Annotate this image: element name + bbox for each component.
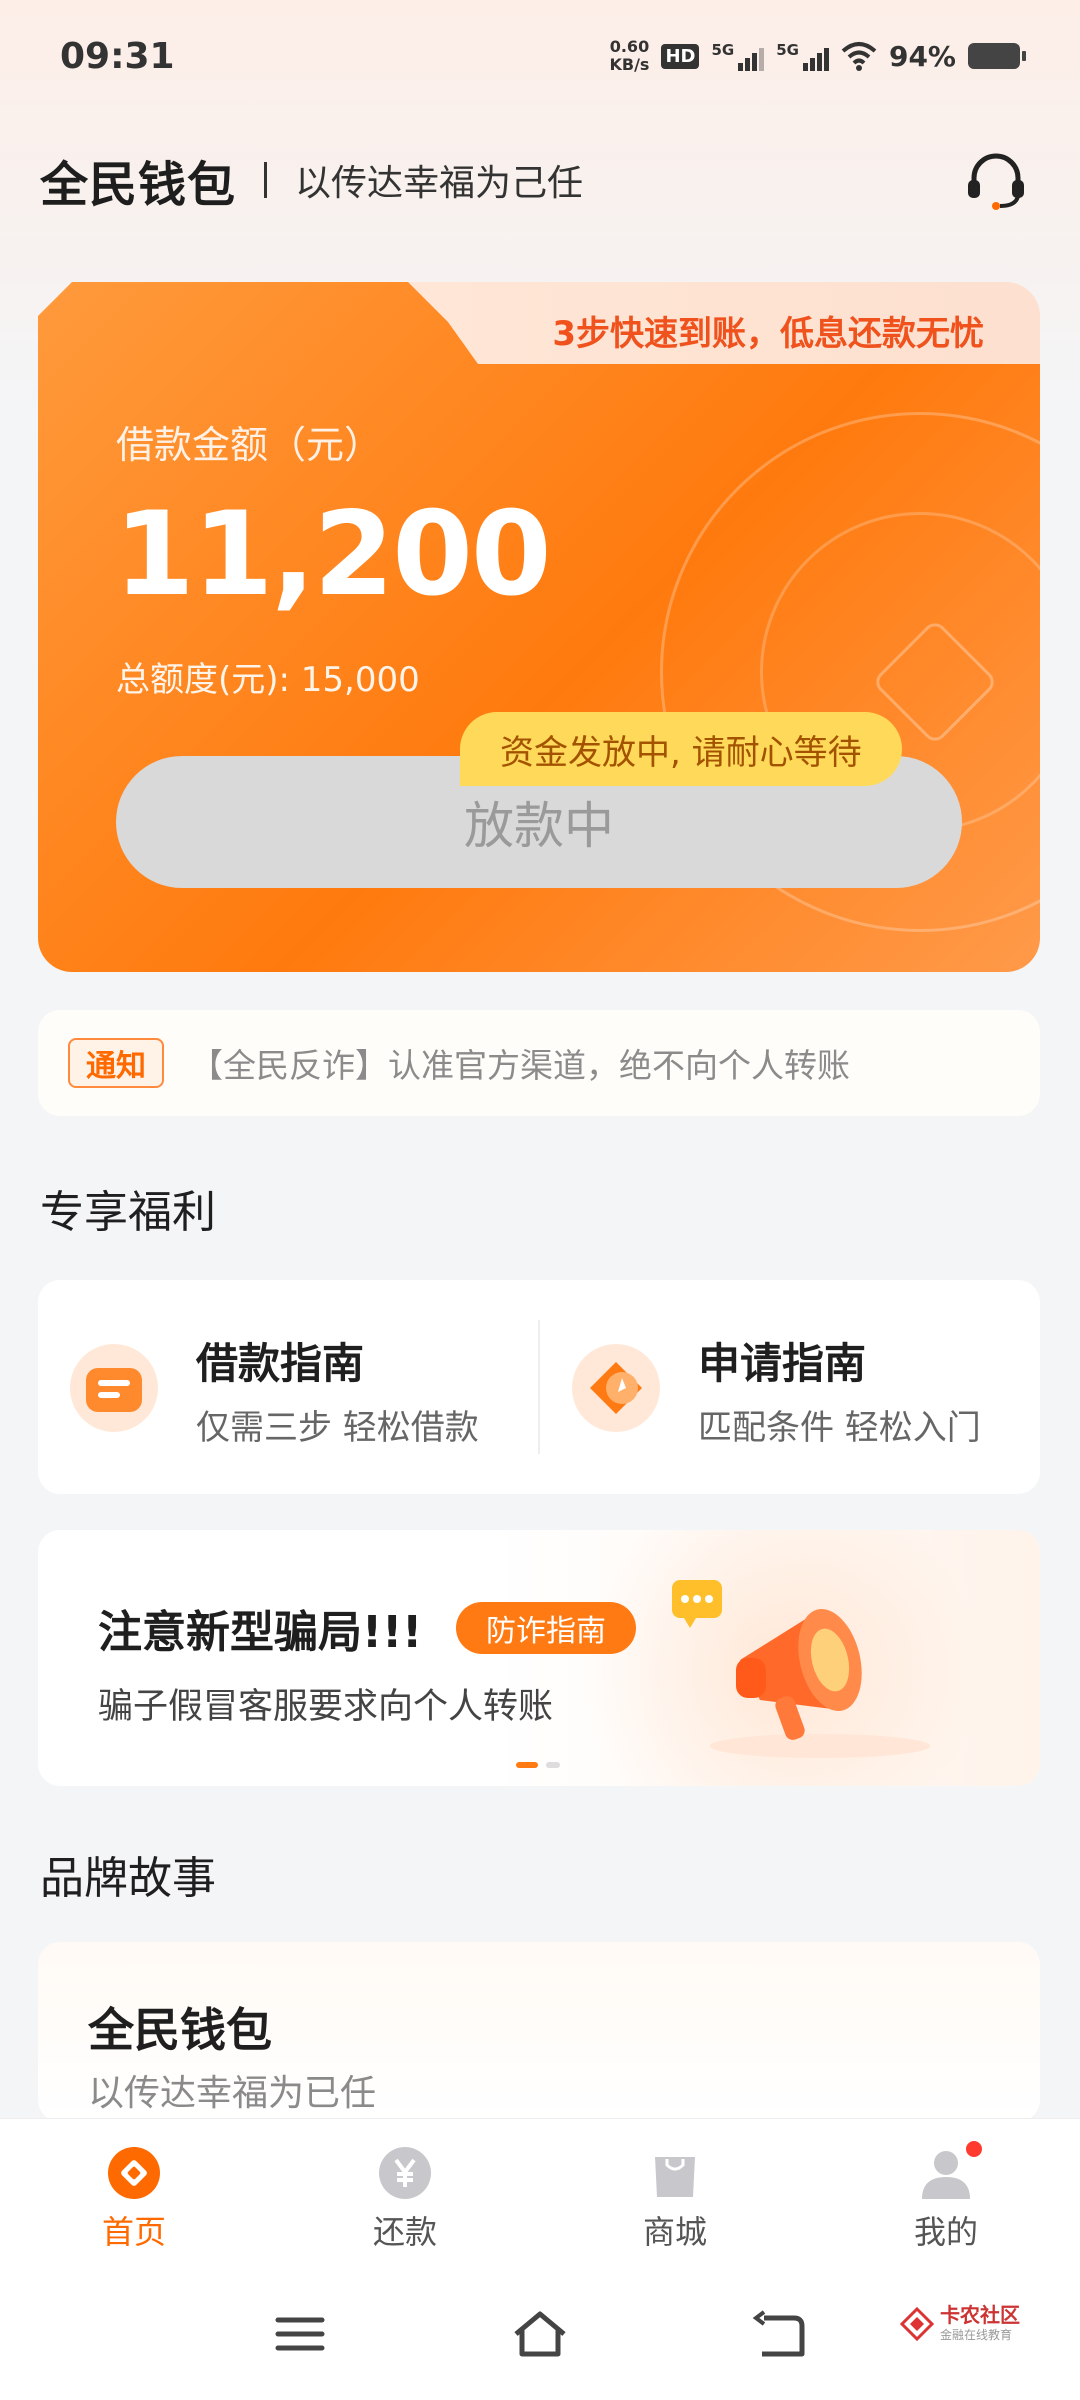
anti-fraud-guide-tag[interactable]: 防诈指南 — [456, 1602, 636, 1654]
loan-guide-item[interactable]: 借款指南 仅需三步 轻松借款 — [38, 1280, 538, 1494]
loan-card-body: 借款金额（元） 11,200 总额度(元): 15,000 放款中 资金发放中,… — [38, 282, 1040, 972]
section-title-benefits: 专享福利 — [40, 1187, 216, 1238]
battery-icon — [968, 43, 1026, 69]
home-icon — [108, 2147, 160, 2199]
loan-amount-label: 借款金额（元） — [116, 423, 383, 467]
carousel-dot — [546, 1762, 560, 1768]
watermark-title: 卡农社区 — [940, 2303, 1020, 2327]
profile-icon-wrap — [918, 2139, 984, 2201]
header-divider — [264, 162, 268, 198]
loan-amount: 11,200 — [114, 487, 552, 622]
brand-story-subtitle: 以传达幸福为已任 — [88, 2073, 377, 2114]
apply-guide-item[interactable]: 申请指南 匹配条件 轻松入门 — [540, 1280, 1040, 1494]
brand-story-title: 全民钱包 — [88, 2003, 272, 2057]
status-time: 09:31 — [60, 36, 175, 77]
notice-text: 【全民反诈】认准官方渠道，绝不向个人转账 — [190, 1046, 850, 1085]
hd-icon: HD — [661, 43, 700, 69]
banner-subtitle: 骗子假冒客服要求向个人转账 — [98, 1687, 554, 1727]
watermark-subtitle: 金融在线教育 — [940, 2328, 1013, 2342]
anti-fraud-banner[interactable]: 注意新型骗局!!! 防诈指南 骗子假冒客服要求向个人转账 — [38, 1530, 1040, 1786]
customer-service-icon[interactable] — [962, 148, 1030, 216]
apply-guide-icon — [572, 1344, 660, 1432]
apply-guide-subtitle: 匹配条件 轻松入门 — [698, 1408, 981, 1448]
brand-name: 全民钱包 — [40, 157, 237, 213]
tab-repay[interactable]: 还款 — [315, 2145, 495, 2255]
loan-guide-icon — [70, 1344, 158, 1432]
notice-tag: 通知 — [68, 1038, 164, 1088]
benefits-card: 借款指南 仅需三步 轻松借款 申请指南 匹配条件 轻松入门 — [38, 1280, 1040, 1494]
yuan-icon — [379, 2147, 431, 2199]
banner-title: 注意新型骗局!!! — [98, 1607, 423, 1658]
apply-guide-title: 申请指南 — [698, 1339, 867, 1388]
loan-card-tab-text: 3步快速到账，低息还款无忧 — [552, 314, 984, 354]
megaphone-icon — [672, 1580, 930, 1758]
header-slogan: 以传达幸福为己任 — [295, 163, 584, 204]
watermark: 卡农社区 金融在线教育 — [900, 2304, 1020, 2343]
status-bar: 09:31 0.60 KB/s HD 5G 5G 94% — [0, 0, 1080, 118]
carousel-dot-active — [516, 1762, 538, 1768]
notification-dot — [964, 2139, 984, 2159]
signal-label: 5G — [711, 41, 735, 59]
tab-home[interactable]: 首页 — [44, 2145, 224, 2255]
section-title-brand-story: 品牌故事 — [40, 1853, 216, 1904]
carousel-indicator — [516, 1762, 560, 1768]
status-icons: 0.60 KB/s HD 5G 5G 94% — [609, 38, 1026, 74]
signal-icon: 5G — [776, 41, 829, 71]
loan-guide-subtitle: 仅需三步 轻松借款 — [196, 1408, 479, 1448]
battery-percent: 94% — [888, 39, 956, 73]
brand-story-card[interactable]: 全民钱包 以传达幸福为已任 — [38, 1942, 1040, 2122]
loan-card: 3步快速到账，低息还款无忧 借款金额（元） 11,200 总额度(元): 15,… — [38, 282, 1040, 972]
network-speed-value: 0.60 — [609, 37, 650, 56]
tab-mall[interactable]: 商城 — [585, 2145, 765, 2255]
network-speed: 0.60 KB/s — [609, 38, 649, 74]
disbursing-tooltip: 资金发放中, 请耐心等待 — [460, 712, 902, 786]
back-icon[interactable] — [750, 2304, 810, 2364]
loan-guide-title: 借款指南 — [196, 1339, 365, 1388]
tab-mall-label: 商城 — [642, 2213, 707, 2251]
tab-home-label: 首页 — [101, 2213, 166, 2251]
shopping-bag-icon — [655, 2157, 695, 2197]
signal-label: 5G — [776, 41, 799, 59]
network-speed-unit: KB/s — [609, 55, 650, 74]
menu-icon[interactable] — [270, 2304, 330, 2364]
notice-bar[interactable]: 通知 【全民反诈】认准官方渠道，绝不向个人转账 — [38, 1010, 1040, 1116]
signal-icon: 5G — [711, 41, 765, 71]
wifi-icon — [841, 42, 877, 71]
watermark-logo-icon — [900, 2306, 934, 2341]
system-nav-bar: 卡农社区 金融在线教育 — [0, 2266, 1080, 2400]
bottom-tab-bar: 首页 还款 商城 我的 — [0, 2118, 1080, 2266]
tab-repay-label: 还款 — [372, 2213, 437, 2251]
tab-mine[interactable]: 我的 — [856, 2139, 1036, 2255]
home-nav-icon[interactable] — [510, 2304, 570, 2364]
total-limit: 总额度(元): 15,000 — [116, 660, 420, 700]
tab-mine-label: 我的 — [913, 2213, 978, 2251]
header: 全民钱包 以传达幸福为己任 — [40, 140, 1040, 220]
